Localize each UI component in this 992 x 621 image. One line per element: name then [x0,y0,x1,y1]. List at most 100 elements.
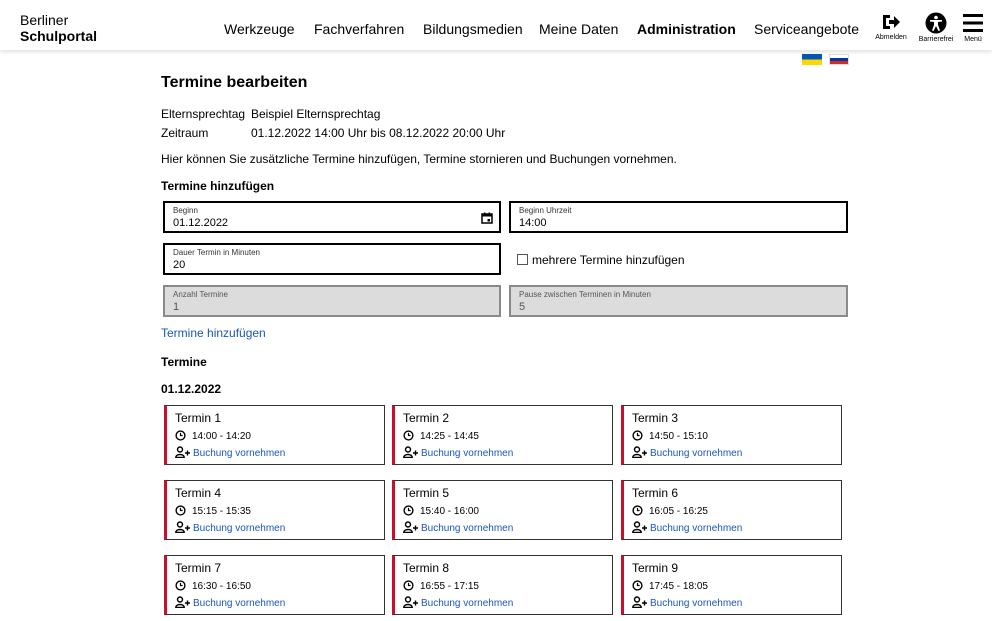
add-user-icon [175,596,190,609]
brand-line1: Berliner [20,12,69,28]
add-user-icon [403,446,418,459]
clock-icon [403,430,414,441]
clock-icon [175,505,186,516]
logout-label: Abmelden [875,34,907,41]
brand-logo[interactable]: Berliner Schulportal [20,12,97,44]
termin-time: 14:25 - 14:45 [420,431,479,442]
meta-elternsprechtag: Elternsprechtag Beispiel Elternsprechtag [161,107,380,121]
booking-link[interactable]: Buchung vornehmen [421,448,513,459]
termin-card: Termin 3 14:50 - 15:10 Buchung vornehmen [621,405,842,465]
booking-link[interactable]: Buchung vornehmen [650,523,742,534]
checkbox-box[interactable] [517,254,528,265]
accessibility-label: Barrierefrei [918,36,954,43]
brand-line2: Schulportal [20,28,98,44]
termin-time: 15:40 - 16:00 [420,506,479,517]
clock-icon [632,505,643,516]
field-value: 01.12.2022 [173,217,229,229]
meta-key: Elternsprechtag [161,107,246,121]
termin-time: 17:45 - 18:05 [649,581,708,592]
menu-button[interactable]: Menü [960,12,986,43]
checkbox-label: mehrere Termine hinzufügen [532,253,685,267]
language-flags [802,54,852,72]
termin-name: Termin 3 [632,411,679,425]
clock-icon [632,430,643,441]
field-label: Beginn Uhrzeit [519,206,572,215]
booking-link[interactable]: Buchung vornehmen [421,598,513,609]
field-value: 14:00 [519,217,547,229]
termin-name: Termin 9 [632,561,679,575]
termin-card: Termin 6 16:05 - 16:25 Buchung vornehmen [621,480,842,540]
clock-icon [403,505,414,516]
termin-name: Termin 7 [175,561,222,575]
accessibility-button[interactable]: Barrierefrei [914,12,958,43]
menu-icon [963,14,983,32]
clock-icon [632,580,643,591]
calendar-icon[interactable] [481,212,493,224]
field-value: 5 [519,301,526,313]
booking-link[interactable]: Buchung vornehmen [650,448,742,459]
clock-icon [403,580,414,591]
termin-name: Termin 4 [175,486,222,500]
meta-key: Zeitraum [161,126,209,140]
termin-card: Termin 2 14:25 - 14:45 Buchung vornehmen [392,405,613,465]
termin-card: Termin 5 15:40 - 16:00 Buchung vornehmen [392,480,613,540]
nav-bildungsmedien[interactable]: Bildungsmedien [423,21,523,37]
beginn-date-field[interactable]: Beginn 01.12.2022 [163,201,501,233]
add-user-icon [632,446,647,459]
termin-name: Termin 2 [403,411,450,425]
termin-time: 16:30 - 16:50 [192,581,251,592]
termin-name: Termin 8 [403,561,450,575]
booking-link[interactable]: Buchung vornehmen [193,523,285,534]
beginn-uhrzeit-field[interactable]: Beginn Uhrzeit 14:00 [509,201,848,233]
anzahl-field: Anzahl Termine 1 [163,285,501,317]
termin-card: Termin 7 16:30 - 16:50 Buchung vornehmen [164,555,385,615]
pause-field: Pause zwischen Terminen in Minuten 5 [509,285,848,317]
add-user-icon [632,521,647,534]
nav-fachverfahren[interactable]: Fachverfahren [314,21,404,37]
booking-link[interactable]: Buchung vornehmen [650,598,742,609]
termin-name: Termin 5 [403,486,450,500]
nav-werkzeuge[interactable]: Werkzeuge [224,21,295,37]
ukraine-flag[interactable] [802,54,822,65]
termin-card: Termin 1 14:00 - 14:20 Buchung vornehmen [164,405,385,465]
termin-card: Termin 4 15:15 - 15:35 Buchung vornehmen [164,480,385,540]
top-header: Berliner Schulportal Werkzeuge Fachverfa… [0,0,992,50]
nav-meine-daten[interactable]: Meine Daten [539,21,618,37]
add-user-icon [175,521,190,534]
nav-serviceangebote[interactable]: Serviceangebote [754,21,859,37]
termin-name: Termin 1 [175,411,222,425]
termin-name: Termin 6 [632,486,679,500]
meta-value: 01.12.2022 14:00 Uhr bis 08.12.2022 20:0… [251,126,506,140]
russia-flag[interactable] [829,54,850,65]
field-label: Pause zwischen Terminen in Minuten [519,290,651,299]
add-termine-link[interactable]: Termine hinzufügen [161,326,266,340]
termin-time: 14:00 - 14:20 [192,431,251,442]
termine-list-title: Termine [161,355,207,369]
add-user-icon [632,596,647,609]
add-user-icon [403,521,418,534]
logout-icon [883,15,900,29]
termin-time: 14:50 - 15:10 [649,431,708,442]
clock-icon [175,580,186,591]
nav-administration[interactable]: Administration [637,21,736,37]
field-label: Beginn [173,206,198,215]
menu-label: Menü [964,36,982,43]
mehrere-termine-checkbox[interactable]: mehrere Termine hinzufügen [517,253,685,267]
field-label: Anzahl Termine [173,290,228,299]
add-user-icon [175,446,190,459]
add-user-icon [403,596,418,609]
termin-card: Termin 9 17:45 - 18:05 Buchung vornehmen [621,555,842,615]
booking-link[interactable]: Buchung vornehmen [193,448,285,459]
add-section-title: Termine hinzufügen [161,179,275,193]
field-label: Dauer Termin in Minuten [173,248,261,257]
dauer-field[interactable]: Dauer Termin in Minuten 20 [163,243,501,275]
termin-time: 16:05 - 16:25 [649,506,708,517]
termin-time: 15:15 - 15:35 [192,506,251,517]
booking-link[interactable]: Buchung vornehmen [421,523,513,534]
logout-button[interactable]: Abmelden [871,12,911,41]
booking-link[interactable]: Buchung vornehmen [193,598,285,609]
page-title: Termine bearbeiten [161,74,308,91]
date-heading: 01.12.2022 [161,382,222,396]
meta-zeitraum: Zeitraum 01.12.2022 14:00 Uhr bis 08.12.2… [161,126,505,140]
meta-value: Beispiel Elternsprechtag [251,107,381,121]
